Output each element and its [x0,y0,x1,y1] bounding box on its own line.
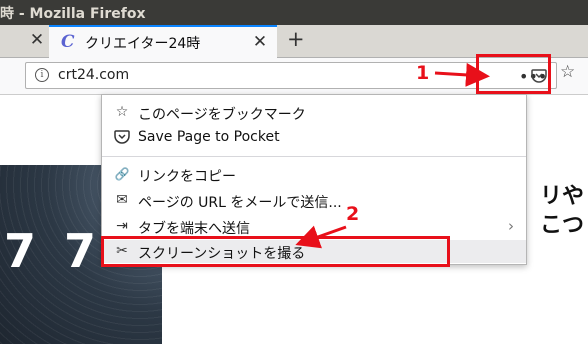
annotation-arrows [295,62,490,249]
arrow-to-more-button [434,62,490,87]
arrow-to-screenshot-item [295,225,347,249]
